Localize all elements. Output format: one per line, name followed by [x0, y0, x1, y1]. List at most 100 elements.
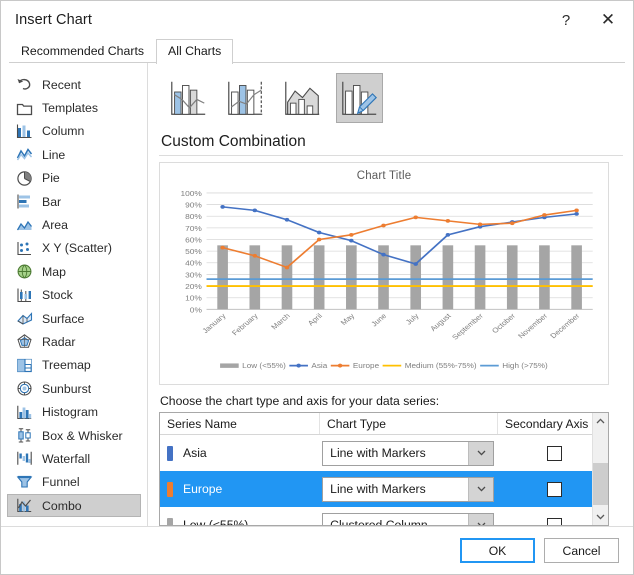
sidebar-item-templates[interactable]: Templates	[7, 96, 141, 119]
series-color-swatch	[167, 481, 173, 497]
sidebar-item-label: Column	[42, 124, 85, 139]
sidebar-item-histogram[interactable]: Histogram	[7, 400, 141, 423]
chevron-down-icon[interactable]	[468, 477, 494, 501]
scrollbar-thumb[interactable]	[593, 463, 608, 506]
sidebar-item-combo[interactable]: Combo	[7, 494, 141, 518]
recent-icon	[17, 79, 31, 90]
sidebar-item-box-whisker[interactable]: Box & Whisker	[7, 424, 141, 447]
sidebar-item-map[interactable]: Map	[7, 260, 141, 283]
line-chart-icon	[16, 148, 33, 161]
svg-text:July: July	[404, 312, 421, 327]
svg-text:90%: 90%	[185, 201, 202, 209]
svg-text:30%: 30%	[185, 271, 202, 279]
subtype-clustered-column-line-secondary-axis[interactable]	[222, 73, 269, 123]
svg-text:50%: 50%	[185, 248, 202, 256]
table-row[interactable]: Europe Line with Markers	[160, 471, 608, 508]
pie-chart-icon	[17, 171, 32, 186]
tab-recommended-charts[interactable]: Recommended Charts	[9, 39, 156, 63]
sidebar-item-radar[interactable]: Radar	[7, 330, 141, 353]
table-row[interactable]: Low (<55%) Clustered Column	[160, 507, 608, 525]
svg-text:Asia: Asia	[311, 362, 328, 370]
secondary-axis-checkbox[interactable]	[547, 481, 563, 497]
secondary-axis-checkbox[interactable]	[547, 445, 563, 461]
window-controls: ? ✕	[545, 1, 629, 39]
chart-type-value: Line with Markers	[330, 446, 426, 461]
sidebar-item-stock[interactable]: Stock	[7, 284, 141, 307]
scroll-down-icon[interactable]	[593, 509, 608, 525]
column-chart-icon	[16, 124, 32, 139]
subtype-custom-combination[interactable]	[336, 73, 383, 123]
chart-preview[interactable]: Chart Title 0% 10% 20% 30% 40% 50% 60% 70% 80% 90…	[159, 161, 609, 386]
sidebar-item-label: Bar	[42, 194, 62, 209]
sidebar-item-label: Treemap	[42, 358, 91, 373]
svg-text:August: August	[428, 311, 453, 333]
svg-text:September: September	[450, 311, 485, 341]
sidebar-item-column[interactable]: Column	[7, 120, 141, 143]
sunburst-chart-icon	[17, 381, 32, 396]
chart-type-select[interactable]: Line with Markers	[322, 476, 495, 502]
sidebar-item-pie[interactable]: Pie	[7, 167, 141, 190]
svg-text:20%: 20%	[185, 283, 202, 291]
svg-text:April: April	[306, 312, 325, 328]
sidebar-item-treemap[interactable]: Treemap	[7, 354, 141, 377]
series-color-swatch	[167, 445, 173, 461]
clustered-column-line-icon	[171, 81, 206, 115]
svg-text:December: December	[548, 311, 582, 340]
series-table-scrollbar[interactable]	[592, 413, 608, 525]
sidebar-item-surface[interactable]: Surface	[7, 307, 141, 330]
sidebar-item-line[interactable]: Line	[7, 143, 141, 166]
sidebar-item-recent[interactable]: Recent	[7, 73, 141, 96]
chevron-down-icon[interactable]	[468, 513, 494, 525]
scrollbar-track[interactable]	[593, 429, 608, 509]
secondary-axis-checkbox[interactable]	[547, 517, 563, 525]
header-chart-type: Chart Type	[320, 413, 498, 435]
sidebar-item-bar[interactable]: Bar	[7, 190, 141, 213]
help-icon[interactable]: ?	[545, 3, 587, 37]
clustered-column-line-secondary-axis-icon	[228, 81, 263, 115]
scroll-up-icon[interactable]	[593, 413, 608, 429]
svg-text:Medium (55%-75%): Medium (55%-75%)	[405, 362, 477, 370]
svg-text:40%: 40%	[185, 259, 202, 267]
sidebar-item-xy-scatter[interactable]: X Y (Scatter)	[7, 237, 141, 260]
sidebar-item-funnel[interactable]: Funnel	[7, 471, 141, 494]
scatter-chart-icon	[17, 241, 31, 255]
series-name-cell: Europe	[160, 471, 315, 507]
sidebar-item-sunburst[interactable]: Sunburst	[7, 377, 141, 400]
chart-type-select[interactable]: Line with Markers	[322, 440, 495, 466]
series-label: Europe	[183, 482, 223, 497]
chart-type-select[interactable]: Clustered Column	[322, 512, 495, 525]
surface-chart-icon	[17, 312, 33, 325]
series-table: Series Name Chart Type Secondary Axis As…	[159, 412, 609, 526]
sidebar-item-label: Waterfall	[42, 451, 91, 466]
svg-text:0%: 0%	[190, 306, 202, 314]
sidebar-item-area[interactable]: Area	[7, 213, 141, 236]
sidebar-item-label: Combo	[42, 498, 82, 513]
subtype-stacked-area-clustered-column[interactable]	[279, 73, 326, 123]
svg-text:Low (<55%): Low (<55%)	[242, 362, 286, 370]
waterfall-chart-icon	[17, 452, 32, 466]
custom-combination-icon	[342, 81, 378, 115]
ok-button[interactable]: OK	[460, 538, 535, 563]
svg-text:February: February	[230, 312, 260, 338]
series-table-label: Choose the chart type and axis for your …	[160, 394, 440, 409]
sidebar-item-label: Line	[42, 147, 66, 162]
svg-text:Europe: Europe	[353, 362, 379, 370]
header-series-name: Series Name	[160, 413, 320, 435]
page-title: Insert Chart	[15, 12, 92, 28]
chart-preview-pane: Custom Combination Chart Title 0% 10% 20% 3…	[147, 63, 633, 526]
dialog-content: Recent Templates Column Line Pie Bar Are…	[1, 63, 633, 526]
chart-title: Chart Title	[356, 169, 412, 182]
chevron-down-icon[interactable]	[468, 441, 494, 465]
combo-chart-icon	[17, 499, 32, 513]
series-name-cell: Low (<55%)	[160, 507, 315, 525]
sidebar-item-waterfall[interactable]: Waterfall	[7, 447, 141, 470]
table-row[interactable]: Asia Line with Markers	[160, 435, 608, 471]
subtype-clustered-column-line[interactable]	[165, 73, 212, 123]
tab-all-charts[interactable]: All Charts	[156, 39, 234, 64]
svg-text:80%: 80%	[185, 213, 202, 221]
close-icon[interactable]: ✕	[587, 3, 629, 37]
cancel-button[interactable]: Cancel	[544, 538, 619, 563]
sidebar-item-label: Histogram	[42, 405, 99, 420]
svg-text:100%: 100%	[180, 189, 201, 197]
chart-type-cell: Clustered Column	[315, 507, 501, 525]
